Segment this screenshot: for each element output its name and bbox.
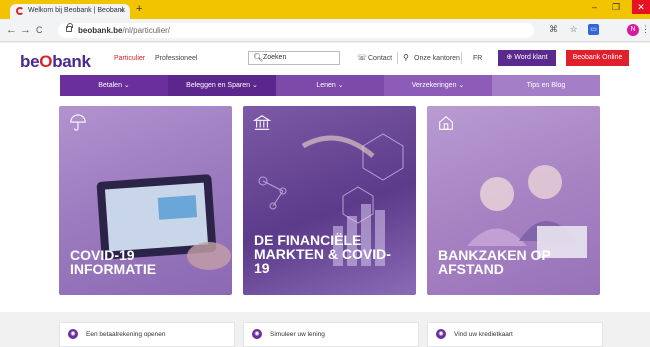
card-financial-markets[interactable]: DE FINANCIËLE MARKTEN & COVID- 19: [243, 106, 416, 295]
wallet-icon: ◉: [68, 329, 78, 339]
menu-beleggen-sparen[interactable]: Beleggen en Sparen ⌄: [168, 75, 276, 96]
address-bar[interactable]: beobank.be/nl/particulier/: [58, 23, 534, 38]
card-title-line: MARKTEN & COVID-: [254, 246, 391, 262]
menu-kebab-icon[interactable]: ⋮: [640, 24, 650, 35]
phone-icon: ☏: [357, 53, 368, 62]
shortcuts-section: ◉ Een betaalrekening openen ◉ Simuleer u…: [0, 312, 650, 347]
shortcut-simulate-loan[interactable]: ◉ Simuleer uw lening: [243, 322, 419, 347]
beobank-online-button[interactable]: Beobank Online: [566, 50, 629, 66]
lock-icon: [66, 23, 73, 32]
nav-particulier[interactable]: Particulier: [114, 55, 145, 62]
card-title-line: INFORMATIE: [70, 261, 157, 277]
browser-tab-strip: Welkom bij Beobank | Beobank × + – ❐ ✕: [0, 0, 650, 19]
main-menu: Betalen ⌄ Beleggen en Sparen ⌄ Lenen ⌄ V…: [60, 75, 600, 96]
card-title-line: AFSTAND: [438, 261, 504, 277]
window-close-icon[interactable]: ✕: [632, 0, 650, 14]
translate-icon[interactable]: ⌘: [548, 24, 559, 35]
bookmark-star-icon[interactable]: ☆: [568, 24, 579, 35]
tab-title: Welkom bij Beobank | Beobank: [28, 7, 126, 14]
bank-building-icon: [253, 115, 271, 130]
shortcut-credit-card[interactable]: ◉ Vind uw kredietkaart: [427, 322, 603, 347]
credit-card-icon: ◉: [436, 329, 446, 339]
url-host: beobank.be: [78, 26, 123, 35]
umbrella-icon: [70, 114, 86, 131]
back-icon[interactable]: ←: [6, 24, 17, 36]
search-icon: 🔍︎: [253, 53, 264, 62]
location-pin-icon: ⚲: [403, 53, 409, 62]
beobank-logo[interactable]: beObank: [20, 52, 91, 72]
reload-icon[interactable]: C: [36, 24, 43, 36]
tab-close-icon[interactable]: ×: [119, 6, 124, 15]
language-switch[interactable]: FR: [473, 55, 482, 62]
menu-betalen[interactable]: Betalen ⌄: [60, 75, 168, 96]
nav-professioneel[interactable]: Professioneel: [155, 55, 197, 62]
menu-tips-blog[interactable]: Tips en Blog: [492, 75, 600, 96]
header-divider: [461, 52, 462, 64]
profile-avatar[interactable]: N: [627, 24, 639, 36]
browser-tab[interactable]: Welkom bij Beobank | Beobank ×: [10, 4, 130, 19]
page-content: beObank Particulier Professioneel 🔍︎ Zoe…: [0, 43, 650, 347]
word-klant-button[interactable]: ⊕ Word klant: [498, 50, 556, 66]
menu-lenen[interactable]: Lenen ⌄: [276, 75, 384, 96]
search-input[interactable]: 🔍︎ Zoeken: [248, 51, 340, 65]
card-remote-banking[interactable]: BANKZAKEN OP AFSTAND: [427, 106, 600, 295]
new-tab-button[interactable]: +: [136, 4, 142, 15]
forward-icon[interactable]: →: [20, 24, 31, 36]
card-title-line: 19: [254, 260, 270, 276]
calculator-icon: ◉: [252, 329, 262, 339]
card-covid-info[interactable]: COVID-19 INFORMATIE: [59, 106, 232, 295]
shortcut-open-account[interactable]: ◉ Een betaalrekening openen: [59, 322, 235, 347]
maximize-icon[interactable]: ❐: [612, 2, 620, 13]
browser-toolbar: ← → C beobank.be/nl/particulier/ ⌘ ☆ ▭: [0, 19, 650, 42]
beobank-favicon-icon: [16, 7, 24, 15]
url-path: /nl/particulier/: [122, 26, 171, 35]
extension-icon[interactable]: ▭: [588, 24, 599, 35]
home-icon: [439, 115, 453, 130]
kantoren-link[interactable]: Onze kantoren: [414, 55, 460, 62]
contact-link[interactable]: Contact: [368, 55, 392, 62]
minimize-icon[interactable]: –: [592, 2, 597, 12]
menu-verzekeringen[interactable]: Verzekeringen ⌄: [384, 75, 492, 96]
header-divider: [397, 52, 398, 64]
